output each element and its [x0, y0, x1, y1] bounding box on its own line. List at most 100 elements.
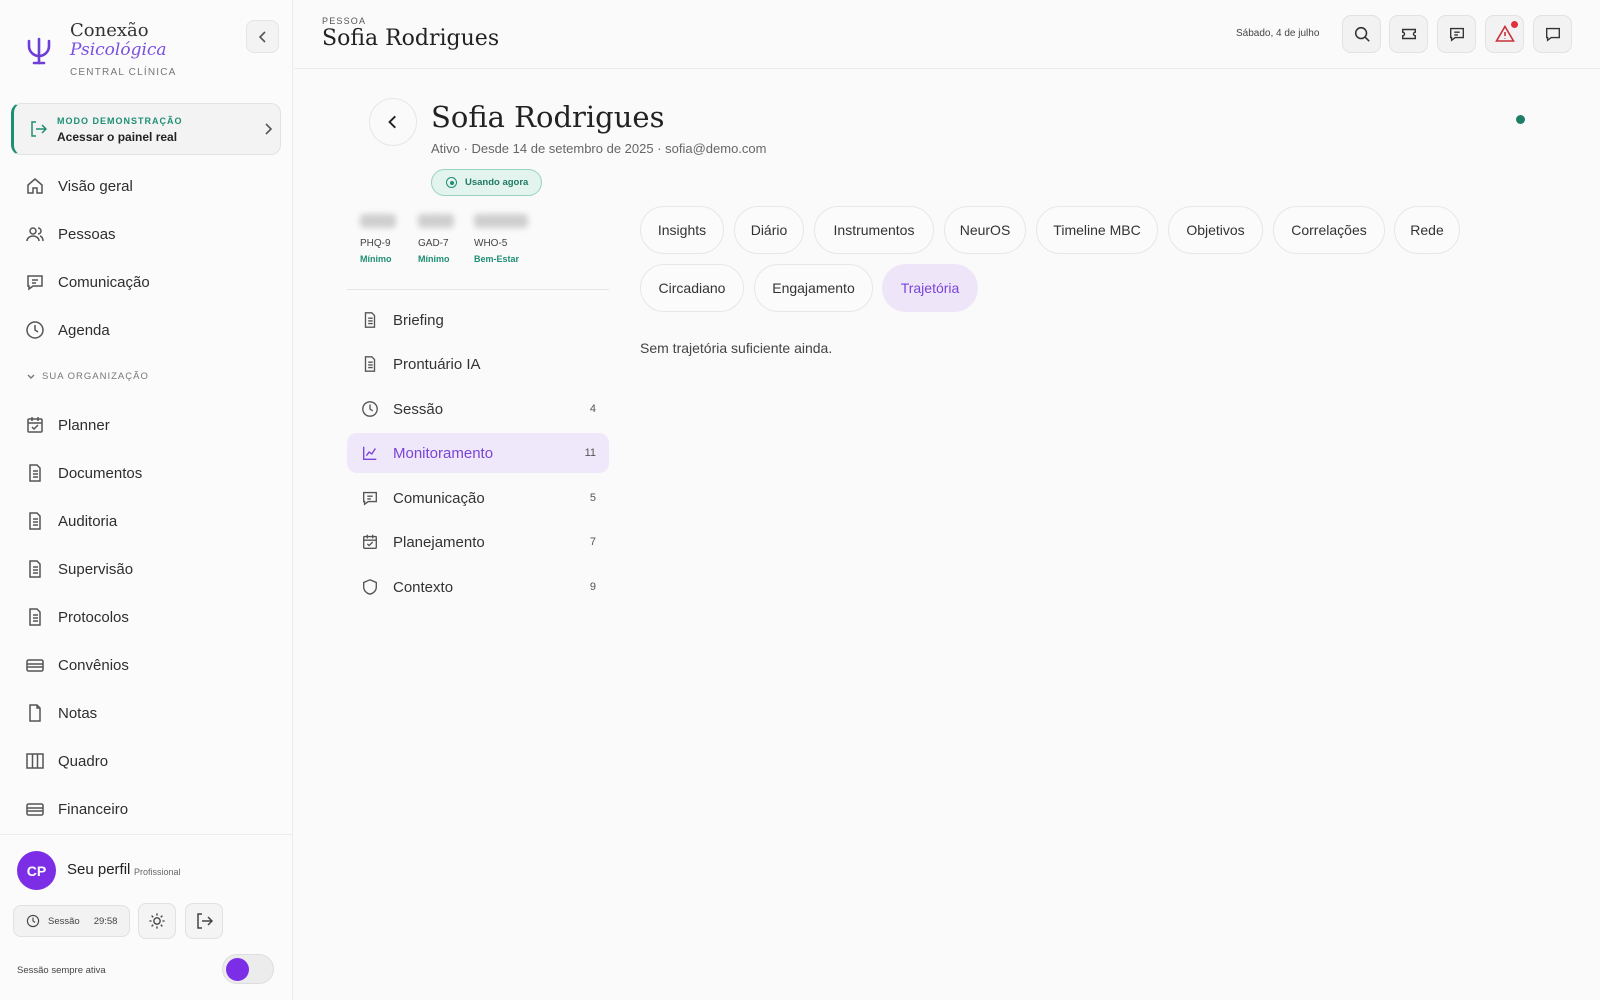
tab-correlacoes[interactable]: Correlações [1273, 206, 1385, 254]
person-menu-sessao[interactable]: Sessão 4 [347, 389, 609, 429]
nav-label: Agenda [58, 321, 110, 339]
always-active-label: Sessão sempre ativa [17, 965, 106, 976]
nav-label: Auditoria [58, 512, 118, 530]
nav-item-visao-geral[interactable]: Visão geral [24, 171, 274, 201]
menu-count: 5 [589, 492, 596, 504]
chart-icon [360, 443, 380, 463]
clock-icon [26, 914, 40, 928]
feedback-button[interactable] [1533, 15, 1572, 53]
psi-logo-icon [26, 36, 52, 66]
chat-icon [24, 271, 46, 293]
always-active-toggle[interactable] [222, 954, 274, 984]
ticket-button[interactable] [1389, 15, 1428, 53]
radio-dot-icon [446, 177, 457, 188]
columns-icon [24, 750, 46, 772]
logout-icon [29, 120, 47, 138]
nav-item-documentos[interactable]: Documentos [24, 458, 274, 488]
messages-button[interactable] [1437, 15, 1476, 53]
score-name: WHO-5 [474, 238, 508, 249]
collapse-sidebar-button[interactable] [246, 20, 279, 53]
person-menu-prontuario-ia[interactable]: Prontuário IA [347, 344, 609, 384]
logout-button[interactable] [185, 903, 223, 939]
menu-count: 7 [589, 536, 596, 548]
empty-state-message: Sem trajetória suficiente ainda. [640, 340, 833, 356]
score-level: Mínimo [418, 254, 450, 264]
tab-neuros[interactable]: NeurOS [944, 206, 1026, 254]
menu-label: Prontuário IA [393, 355, 481, 373]
status-badge: Usando agora [431, 169, 542, 196]
blurred-score-value [360, 214, 396, 228]
brand[interactable]: Conexão Psicológica CENTRAL CLÍNICA [26, 20, 276, 82]
clock-icon [24, 319, 46, 341]
nav-item-agenda[interactable]: Agenda [24, 315, 274, 345]
score-gad7[interactable]: GAD-7 Mínimo [418, 214, 454, 264]
score-name: GAD-7 [418, 238, 449, 249]
nav-label: Visão geral [58, 177, 133, 195]
notification-dot [1511, 21, 1518, 28]
search-button[interactable] [1342, 15, 1381, 53]
message-square-icon [1544, 25, 1562, 43]
menu-label: Planejamento [393, 533, 485, 551]
person-name: Sofia Rodrigues [431, 100, 665, 134]
tab-timeline-mbc[interactable]: Timeline MBC [1036, 206, 1158, 254]
menu-count: 9 [589, 581, 596, 593]
nav-item-convenios[interactable]: Convênios [24, 650, 274, 680]
menu-count: 11 [584, 447, 596, 459]
demo-mode-card[interactable]: MODO DEMONSTRAÇÃO Acessar o painel real [11, 103, 281, 155]
chevron-down-icon [26, 372, 36, 382]
avatar[interactable]: CP [17, 851, 56, 890]
nav-item-supervisao[interactable]: Supervisão [24, 554, 274, 584]
nav-item-protocolos[interactable]: Protocolos [24, 602, 274, 632]
score-name: PHQ-9 [360, 238, 391, 249]
profile-name[interactable]: Seu perfil [67, 861, 130, 878]
calendar-check-icon [360, 532, 380, 552]
nav-item-pessoas[interactable]: Pessoas [24, 219, 274, 249]
blurred-score-value [418, 214, 454, 228]
nav-item-comunicacao[interactable]: Comunicação [24, 267, 274, 297]
score-phq9[interactable]: PHQ-9 Mínimo [360, 214, 396, 264]
person-menu-planejamento[interactable]: Planejamento 7 [347, 522, 609, 562]
person-menu-briefing[interactable]: Briefing [347, 300, 609, 340]
menu-label: Briefing [393, 311, 444, 329]
tab-insights[interactable]: Insights [640, 206, 724, 254]
nav-label: Documentos [58, 464, 143, 482]
nav-item-planner[interactable]: Planner [24, 410, 274, 440]
back-button[interactable] [369, 98, 417, 146]
document-icon [360, 354, 380, 374]
section-toggle-organization[interactable]: SUA ORGANIZAÇÃO [26, 371, 149, 382]
nav-label: Quadro [58, 752, 109, 770]
score-level: Mínimo [360, 254, 392, 264]
online-indicator [1516, 115, 1525, 124]
menu-label: Sessão [393, 400, 444, 418]
person-menu-monitoramento[interactable]: Monitoramento 11 [347, 433, 609, 473]
nav-item-auditoria[interactable]: Auditoria [24, 506, 274, 536]
tab-engajamento[interactable]: Engajamento [754, 264, 873, 312]
tab-trajetoria[interactable]: Trajetória [882, 264, 978, 312]
page-title: Sofia Rodrigues [322, 26, 500, 51]
person-menu-contexto[interactable]: Contexto 9 [347, 567, 609, 607]
session-timer[interactable]: Sessão 29:58 [13, 905, 130, 937]
brand-name: Conexão [70, 20, 149, 41]
chat-icon [1448, 25, 1466, 43]
menu-label: Comunicação [393, 489, 485, 507]
tab-instrumentos[interactable]: Instrumentos [814, 206, 934, 254]
theme-toggle-button[interactable] [138, 903, 176, 939]
status-badge-label: Usando agora [465, 177, 529, 188]
current-date: Sábado, 4 de julho [1236, 28, 1320, 39]
tab-diario[interactable]: Diário [734, 206, 804, 254]
nav-item-quadro[interactable]: Quadro [24, 746, 274, 776]
score-who5[interactable]: WHO-5 Bem-Estar [474, 214, 528, 264]
sun-icon [148, 912, 166, 930]
nav-label: Protocolos [58, 608, 129, 626]
top-bar: PESSOA Sofia Rodrigues Sábado, 4 de julh… [294, 0, 1600, 69]
tab-objetivos[interactable]: Objetivos [1168, 206, 1263, 254]
alerts-button[interactable] [1485, 15, 1524, 53]
demo-kicker: MODO DEMONSTRAÇÃO [57, 116, 183, 126]
nav-item-financeiro[interactable]: Financeiro [24, 794, 274, 824]
nav-item-notas[interactable]: Notas [24, 698, 274, 728]
session-label: Sessão [48, 915, 80, 927]
tab-rede[interactable]: Rede [1394, 206, 1460, 254]
person-menu-comunicacao[interactable]: Comunicação 5 [347, 478, 609, 518]
chevron-left-icon [256, 30, 270, 44]
tab-circadiano[interactable]: Circadiano [640, 264, 744, 312]
